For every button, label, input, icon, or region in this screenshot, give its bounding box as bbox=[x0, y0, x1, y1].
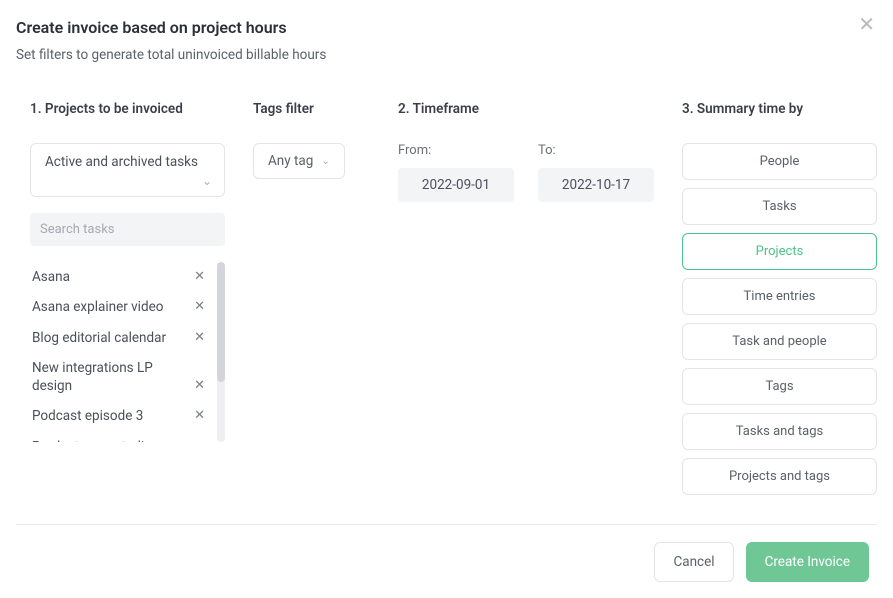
modal-subtitle: Set filters to generate total uninvoiced… bbox=[16, 47, 877, 63]
tags-heading: Tags filter bbox=[253, 101, 370, 117]
list-item: Asana ✕ bbox=[30, 262, 209, 292]
from-label: From: bbox=[398, 143, 514, 158]
create-invoice-button[interactable]: Create Invoice bbox=[746, 542, 869, 582]
close-icon[interactable]: ✕ bbox=[858, 14, 875, 34]
projects-heading: 1. Projects to be invoiced bbox=[30, 101, 225, 117]
chevron-down-icon: ⌄ bbox=[202, 174, 212, 188]
task-label: Blog editorial calendar bbox=[32, 329, 186, 347]
task-label: New integrations LP design bbox=[32, 359, 186, 395]
summary-options-list: People Tasks Projects Time entries Task and … bbox=[682, 143, 877, 495]
to-label: To: bbox=[538, 143, 654, 158]
tags-filter-select[interactable]: Any tag ⌄ bbox=[253, 143, 345, 179]
summary-heading: 3. Summary time by bbox=[682, 101, 877, 117]
summary-option-button[interactable]: People bbox=[682, 143, 877, 180]
chevron-down-icon: ⌄ bbox=[321, 156, 329, 167]
list-item: Asana explainer video ✕ bbox=[30, 292, 209, 322]
modal-title: Create invoice based on project hours bbox=[16, 18, 877, 37]
remove-task-icon[interactable]: ✕ bbox=[192, 407, 207, 425]
remove-task-icon[interactable]: ✕ bbox=[192, 268, 207, 286]
remove-task-icon[interactable]: ✕ bbox=[192, 298, 207, 316]
list-item: Blog editorial calendar ✕ bbox=[30, 323, 209, 353]
summary-option-button[interactable]: Time entries bbox=[682, 278, 877, 315]
task-label: Asana explainer video bbox=[32, 298, 186, 316]
task-scope-label: Active and archived tasks bbox=[45, 154, 198, 170]
selected-tasks-list: Asana ✕ Asana explainer video ✕ Blog edi… bbox=[30, 262, 225, 442]
tags-filter-label: Any tag bbox=[268, 153, 313, 169]
remove-task-icon[interactable]: ✕ bbox=[192, 377, 207, 395]
task-label: Product case studies bbox=[32, 438, 186, 443]
list-item: Product case studies ✕ bbox=[30, 432, 209, 443]
timeframe-heading: 2. Timeframe bbox=[398, 101, 654, 117]
list-item: Podcast episode 3 ✕ bbox=[30, 401, 209, 431]
cancel-button[interactable]: Cancel bbox=[654, 542, 733, 582]
summary-option-button[interactable]: Projects and tags bbox=[682, 458, 877, 495]
from-date-input[interactable] bbox=[398, 168, 514, 202]
task-label: Asana bbox=[32, 268, 186, 286]
task-label: Podcast episode 3 bbox=[32, 407, 186, 425]
list-item: New integrations LP design ✕ bbox=[30, 353, 209, 401]
remove-task-icon[interactable]: ✕ bbox=[192, 432, 207, 440]
summary-option-button[interactable]: Projects bbox=[682, 233, 877, 270]
divider bbox=[16, 524, 877, 525]
summary-option-button[interactable]: Task and people bbox=[682, 323, 877, 360]
to-date-input[interactable] bbox=[538, 168, 654, 202]
remove-task-icon[interactable]: ✕ bbox=[192, 329, 207, 347]
search-tasks-input[interactable] bbox=[30, 213, 225, 246]
summary-option-button[interactable]: Tags bbox=[682, 368, 877, 405]
summary-option-button[interactable]: Tasks and tags bbox=[682, 413, 877, 450]
scrollbar-thumb[interactable] bbox=[217, 262, 225, 382]
task-scope-select[interactable]: Active and archived tasks ⌄ bbox=[30, 143, 225, 197]
summary-option-button[interactable]: Tasks bbox=[682, 188, 877, 225]
